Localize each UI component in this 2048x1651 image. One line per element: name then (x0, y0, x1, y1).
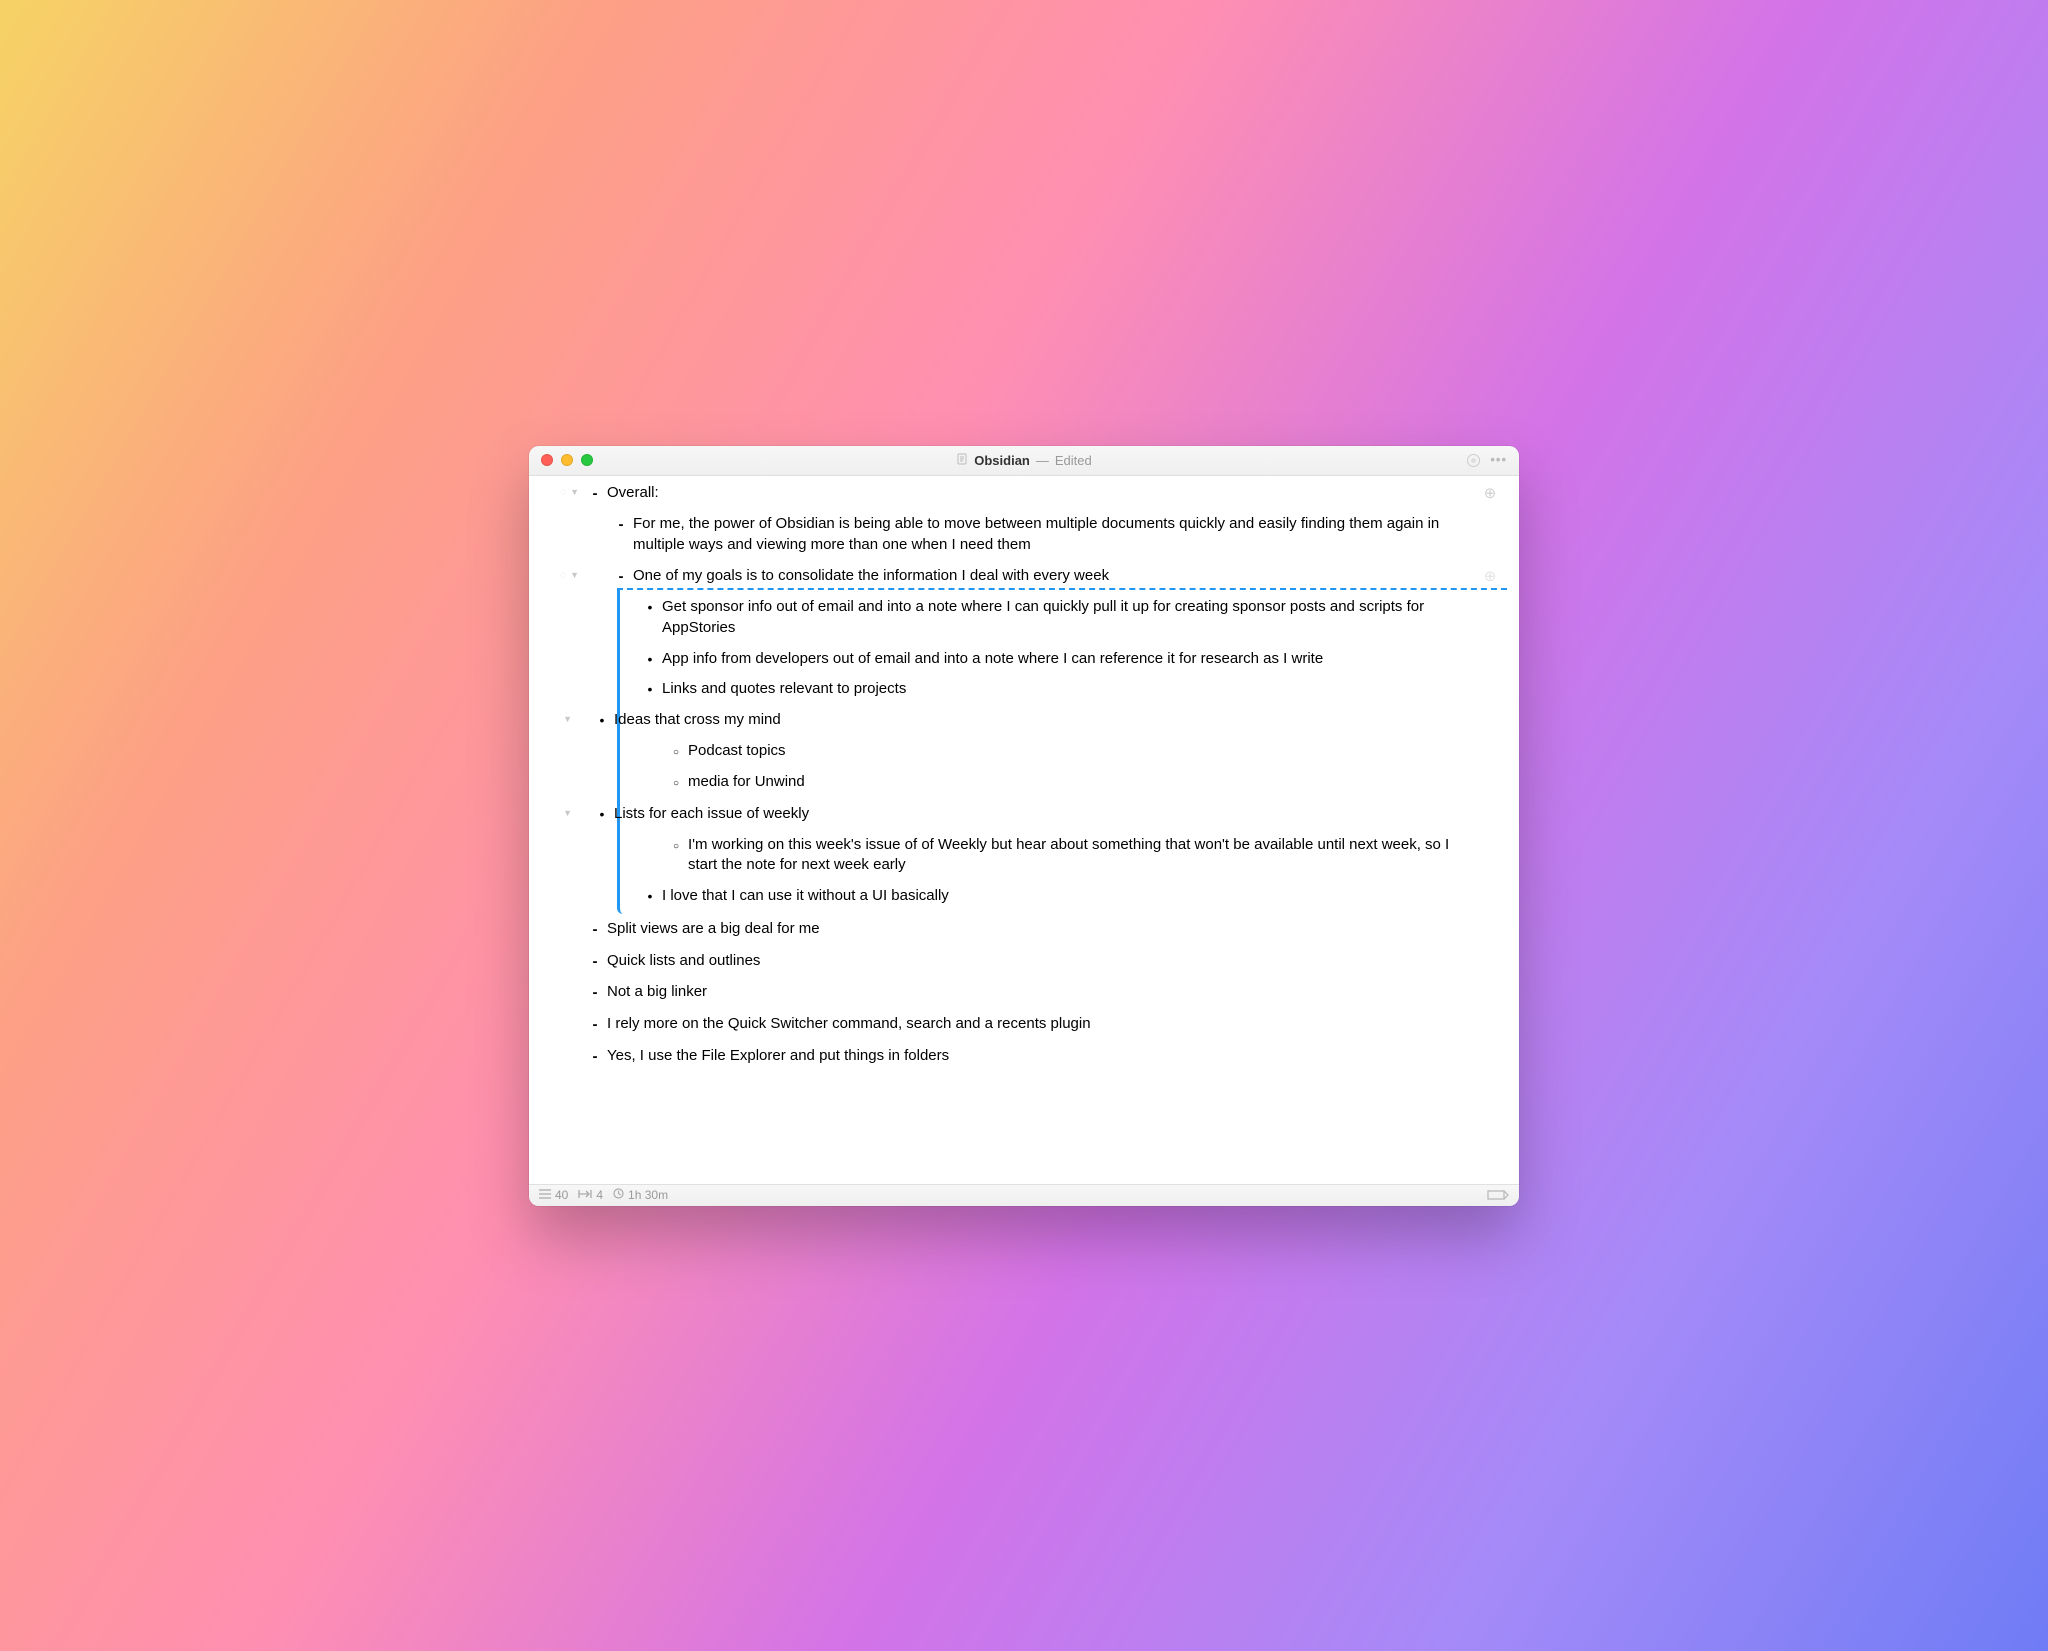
bullet-dash-icon: - (583, 1046, 607, 1068)
duration-value: 1h 30m (628, 1188, 668, 1202)
bullet-circle-icon (664, 741, 688, 763)
titlebar[interactable]: Obsidian — Edited ••• (529, 446, 1519, 476)
lines-icon (539, 1188, 551, 1202)
outline-row[interactable]: I love that I can use it without a UI ba… (620, 885, 1507, 908)
outline-text[interactable]: I love that I can use it without a UI ba… (662, 886, 1489, 907)
minimize-button[interactable] (561, 454, 573, 466)
add-item-icon[interactable]: ⊕ (1479, 566, 1501, 588)
outline-text[interactable]: App info from developers out of email an… (662, 649, 1489, 670)
bullet-dash-icon: - (583, 1014, 607, 1036)
bullet-dash-icon: - (583, 951, 607, 973)
indent-icon (578, 1188, 592, 1202)
outline-text[interactable]: Links and quotes relevant to projects (662, 679, 1489, 700)
time-stat[interactable]: 1h 30m (613, 1188, 668, 1202)
outline-text[interactable]: Ideas that cross my mind (614, 710, 1489, 731)
outline-row[interactable]: ▼ Lists for each issue of weekly (620, 803, 1507, 826)
editor-content[interactable]: ◌ ▼ - Overall: ⊕ - For me, the power of O… (529, 476, 1519, 1184)
outline-text[interactable]: media for Unwind (688, 772, 1489, 793)
outline-text[interactable]: I rely more on the Quick Switcher comman… (607, 1014, 1479, 1035)
outline-row[interactable]: Get sponsor info out of email and into a… (620, 596, 1507, 639)
add-item-icon[interactable]: ⊕ (1479, 483, 1501, 505)
fold-icon[interactable]: ▼ (570, 486, 579, 500)
outline-text[interactable]: I'm working on this week's issue of of W… (688, 835, 1489, 876)
document-title: Obsidian (974, 453, 1030, 468)
bullet-circle-icon (664, 835, 688, 857)
status-bar: 40 4 1h 30m (529, 1184, 1519, 1206)
bullet-dash-icon: - (583, 483, 607, 505)
outline-row[interactable]: App info from developers out of email an… (620, 648, 1507, 671)
close-button[interactable] (541, 454, 553, 466)
outline-row[interactable]: - I rely more on the Quick Switcher comm… (529, 1013, 1519, 1037)
selected-block[interactable]: Get sponsor info out of email and into a… (617, 588, 1507, 914)
bullet-dot-icon (638, 649, 662, 661)
document-icon (956, 453, 968, 468)
outline-row[interactable]: ◌ ▼ - Overall: ⊕ (529, 482, 1519, 506)
outline-row[interactable]: - Yes, I use the File Explorer and put t… (529, 1045, 1519, 1069)
link-icon[interactable]: ◌ (560, 486, 566, 500)
fold-icon[interactable]: ▼ (563, 713, 572, 725)
bullet-circle-icon (664, 772, 688, 794)
outline-row[interactable]: - Split views are a big deal for me (529, 918, 1519, 942)
link-icon[interactable]: ◌ (560, 569, 566, 583)
indent-count: 4 (596, 1188, 603, 1202)
app-window: Obsidian — Edited ••• ◌ ▼ - Overall: ⊕ - … (529, 446, 1519, 1206)
bullet-dash-icon: - (609, 514, 633, 536)
outline-text[interactable]: Podcast topics (688, 741, 1489, 762)
tag-icon (1487, 1189, 1509, 1201)
outline-row[interactable]: ▼ Ideas that cross my mind (620, 709, 1507, 732)
status-right[interactable] (1487, 1189, 1509, 1201)
fold-icon[interactable]: ▼ (570, 569, 579, 583)
outline-text[interactable]: Get sponsor info out of email and into a… (662, 597, 1489, 638)
bullet-dash-icon: - (583, 919, 607, 941)
fold-icon[interactable]: ▼ (563, 807, 572, 819)
outline-text[interactable]: Quick lists and outlines (607, 951, 1479, 972)
outline-row[interactable]: media for Unwind (620, 771, 1507, 795)
outline-row[interactable]: - For me, the power of Obsidian is being… (529, 513, 1519, 556)
outline-text[interactable]: Overall: (607, 483, 1479, 504)
appearance-icon[interactable] (1467, 454, 1480, 467)
clock-icon (613, 1188, 624, 1202)
title-separator: — (1036, 453, 1049, 468)
bullet-dot-icon (638, 886, 662, 898)
outline-row[interactable]: Podcast topics (620, 740, 1507, 764)
titlebar-actions: ••• (1467, 454, 1507, 467)
more-icon[interactable]: ••• (1490, 454, 1507, 467)
outline-row[interactable]: - Not a big linker (529, 981, 1519, 1005)
window-title: Obsidian — Edited (529, 453, 1519, 468)
indent-stat[interactable]: 4 (578, 1188, 603, 1202)
bullet-dot-icon (590, 710, 614, 722)
outline-text[interactable]: One of my goals is to consolidate the in… (633, 566, 1479, 587)
outline-text[interactable]: Yes, I use the File Explorer and put thi… (607, 1046, 1479, 1067)
fullscreen-button[interactable] (581, 454, 593, 466)
outline-text[interactable]: Lists for each issue of weekly (614, 804, 1489, 825)
outline-row[interactable]: ◌ ▼ - One of my goals is to consolidate t… (529, 565, 1519, 589)
outline-row[interactable]: Links and quotes relevant to projects (620, 678, 1507, 701)
bullet-dot-icon (638, 679, 662, 691)
bullet-dot-icon (590, 804, 614, 816)
edited-status: Edited (1055, 453, 1092, 468)
line-count: 40 (555, 1188, 568, 1202)
outline-row[interactable]: I'm working on this week's issue of of W… (620, 834, 1507, 877)
line-count-stat[interactable]: 40 (539, 1188, 568, 1202)
window-controls (541, 454, 593, 466)
bullet-dot-icon (638, 597, 662, 609)
bullet-dash-icon: - (583, 982, 607, 1004)
bullet-dash-icon: - (609, 566, 633, 588)
outline-text[interactable]: Not a big linker (607, 982, 1479, 1003)
outline-text[interactable]: Split views are a big deal for me (607, 919, 1479, 940)
outline-row[interactable]: - Quick lists and outlines (529, 950, 1519, 974)
outline-text[interactable]: For me, the power of Obsidian is being a… (633, 514, 1479, 555)
